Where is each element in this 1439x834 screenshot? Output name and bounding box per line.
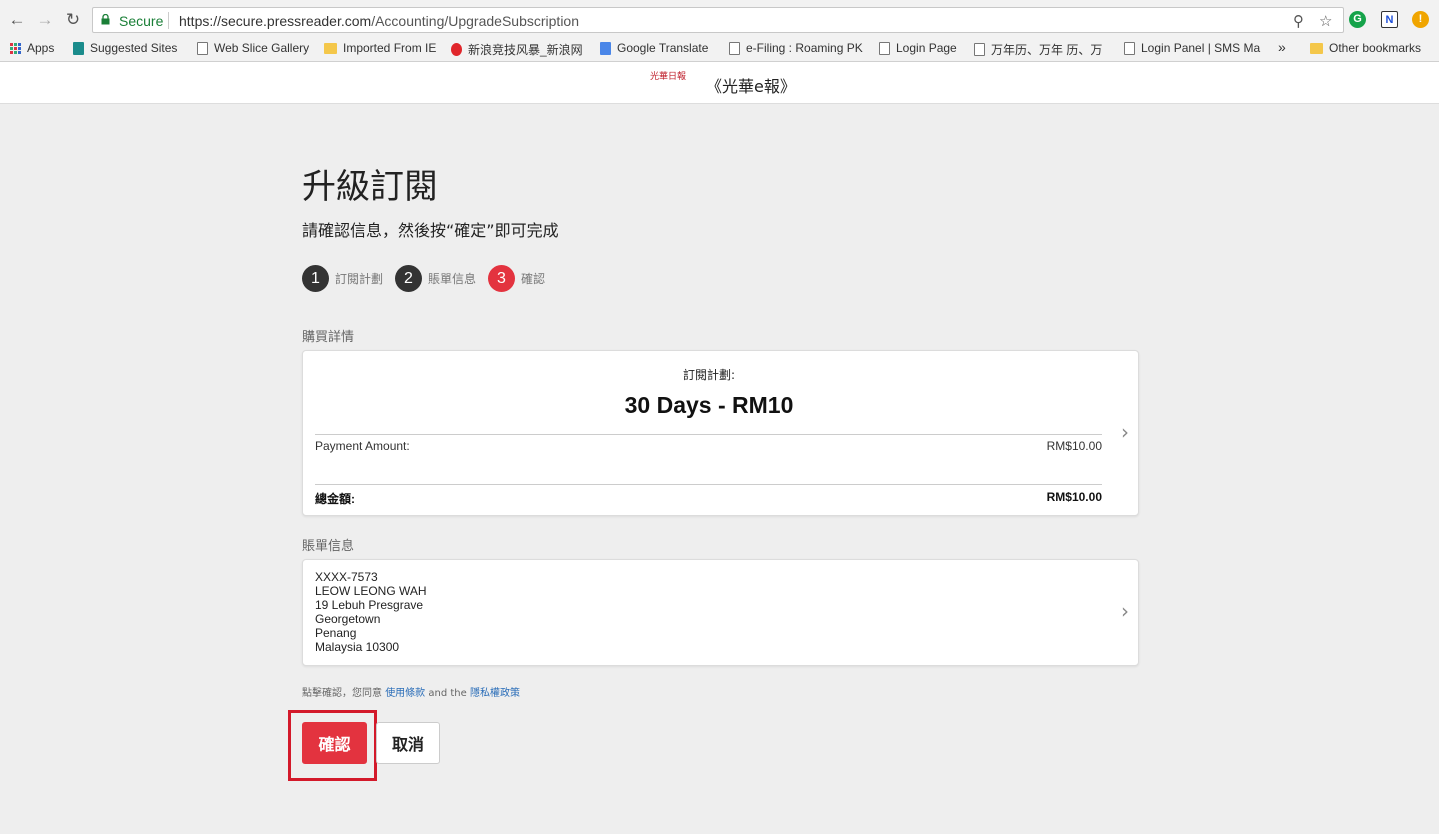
plan-caption: 訂閱計劃: <box>682 368 736 382</box>
purchase-section-label: 購買詳情 <box>302 330 355 345</box>
page-icon <box>1124 41 1135 55</box>
bookmark-other[interactable]: Other bookmarks <box>1310 41 1421 55</box>
chevron-right-icon[interactable]: › <box>1121 420 1129 444</box>
address-state: Penang <box>315 626 357 640</box>
bookmark-login-page[interactable]: Login Page <box>879 41 957 55</box>
divider <box>315 434 1102 435</box>
address-bar[interactable]: Secure https://secure.pressreader.com/Ac… <box>92 7 1344 33</box>
lock-icon <box>101 14 110 25</box>
cancel-button[interactable]: 取消 <box>376 722 440 764</box>
total-label: 總金額: <box>315 492 355 506</box>
step-plan: 1 訂閱計劃 <box>302 265 383 292</box>
bookmark-label: Login Page <box>896 41 957 55</box>
folder-icon <box>324 42 337 54</box>
app-header: 光華日報 《光華e報》 <box>0 62 1439 104</box>
bookmark-web-slice[interactable]: Web Slice Gallery <box>197 41 309 55</box>
bookmark-label: Other bookmarks <box>1329 41 1422 55</box>
privacy-policy-link[interactable]: 隱私權政策 <box>470 688 520 699</box>
page-title: 升級訂閱 <box>302 167 438 207</box>
billing-name: LEOW LEONG WAH <box>315 584 427 598</box>
bookmark-calendar[interactable]: 万年历、万年 历、万 <box>974 41 1102 58</box>
folder-icon <box>1310 42 1323 54</box>
terms-prefix: 點擊確認，您同意 <box>302 688 382 699</box>
logo-text: 光華日報 <box>649 72 686 82</box>
bookmark-label: Suggested Sites <box>90 41 178 55</box>
bookmark-google-translate[interactable]: Google Translate <box>600 41 708 55</box>
divider <box>315 484 1102 485</box>
step-label: 賬單信息 <box>428 272 477 286</box>
reload-icon[interactable]: ↻ <box>62 9 84 31</box>
bookmark-imported[interactable]: Imported From IE <box>324 41 436 55</box>
confirm-button[interactable]: 確認 <box>302 722 367 764</box>
bookmark-sina[interactable]: 新浪竞技风暴_新浪网 <box>451 41 583 58</box>
bookmark-suggested-sites[interactable]: Suggested Sites <box>73 41 177 55</box>
bookmark-label: 万年历、万年 历、万 <box>991 43 1103 57</box>
alert-extension-icon[interactable]: ! <box>1412 11 1429 28</box>
step-number: 2 <box>395 265 422 292</box>
browser-chrome: ← → ↻ Secure https://secure.pressreader.… <box>0 0 1439 62</box>
step-confirm: 3 確認 <box>488 265 545 292</box>
bookmark-label: 新浪竞技风暴_新浪网 <box>468 43 583 57</box>
step-label: 確認 <box>521 272 546 286</box>
bookmark-apps[interactable]: Apps <box>10 41 54 55</box>
address-street: 19 Lebuh Presgrave <box>315 598 424 612</box>
forward-arrow-icon[interactable]: → <box>34 9 56 31</box>
page-subtitle: 請確認信息，然後按“確定”即可完成 <box>302 221 559 240</box>
payment-amount-value: RM$10.00 <box>1046 439 1102 453</box>
address-country-postcode: Malaysia 10300 <box>315 640 400 654</box>
bookmark-label: Web Slice Gallery <box>214 41 310 55</box>
terms-of-use-link[interactable]: 使用條款 <box>385 688 425 699</box>
zoom-icon[interactable]: ⚲ <box>1293 12 1304 30</box>
step-label: 訂閱計劃 <box>335 272 384 286</box>
terms-notice: 點擊確認，您同意 使用條款 and the 隱私權政策 <box>302 684 520 699</box>
url-host: https://secure.pressreader.com <box>179 13 372 29</box>
bookmark-label: Imported From IE <box>343 41 437 55</box>
billing-info-card[interactable]: XXXX-7573 LEOW LEONG WAH 19 Lebuh Presgr… <box>302 559 1139 666</box>
step-number: 3 <box>488 265 515 292</box>
secure-label: Secure <box>119 13 164 29</box>
billing-section-label: 賬單信息 <box>302 539 355 554</box>
step-billing: 2 賬單信息 <box>395 265 476 292</box>
url-text[interactable]: https://secure.pressreader.com/Accountin… <box>179 13 579 29</box>
terms-and: and the <box>428 688 467 699</box>
bing-icon <box>73 41 84 55</box>
weibo-icon <box>451 43 462 56</box>
bookmarks-bar: Apps Suggested Sites Web Slice Gallery I… <box>0 38 1439 60</box>
bookmark-efiling[interactable]: e-Filing : Roaming PK <box>729 41 863 55</box>
bookmark-label: Login Panel | SMS Ma <box>1141 41 1261 55</box>
url-path: /Accounting/UpgradeSubscription <box>371 13 579 29</box>
card-number: XXXX-7573 <box>315 570 378 584</box>
address-separator <box>168 12 169 29</box>
bookmark-label: e-Filing : Roaming PK <box>746 41 863 55</box>
billing-address: XXXX-7573 LEOW LEONG WAH 19 Lebuh Presgr… <box>315 570 427 654</box>
star-icon[interactable]: ☆ <box>1319 12 1332 30</box>
page-icon <box>197 41 208 55</box>
chevron-right-icon[interactable]: › <box>1121 599 1129 623</box>
payment-amount-label: Payment Amount: <box>315 439 410 453</box>
publication-name: 《光華e報》 <box>706 77 796 96</box>
step-number: 1 <box>302 265 329 292</box>
plan-name: 30 Days - RM10 <box>624 392 794 418</box>
translate-icon <box>600 41 611 55</box>
more-bookmarks-chevron[interactable]: » <box>1278 39 1286 55</box>
address-city: Georgetown <box>315 612 381 626</box>
n-extension-icon[interactable]: N <box>1381 11 1398 28</box>
page-icon <box>729 41 740 55</box>
total-value: RM$10.00 <box>1046 490 1102 504</box>
bookmark-label: Apps <box>27 41 55 55</box>
page-icon <box>974 43 985 56</box>
grammarly-extension-icon[interactable]: G <box>1349 11 1366 28</box>
apps-grid-icon <box>10 42 21 54</box>
bookmark-label: Google Translate <box>617 41 709 55</box>
back-arrow-icon[interactable]: ← <box>6 9 28 31</box>
publication-logo[interactable]: 光華日報 <box>648 73 688 91</box>
progress-steps: 1 訂閱計劃 2 賬單信息 3 確認 <box>302 265 702 293</box>
page-icon <box>879 41 890 55</box>
bookmark-sms-panel[interactable]: Login Panel | SMS Ma <box>1124 41 1260 55</box>
purchase-details-card[interactable]: 訂閱計劃: 30 Days - RM10 Payment Amount: RM$… <box>302 350 1139 516</box>
